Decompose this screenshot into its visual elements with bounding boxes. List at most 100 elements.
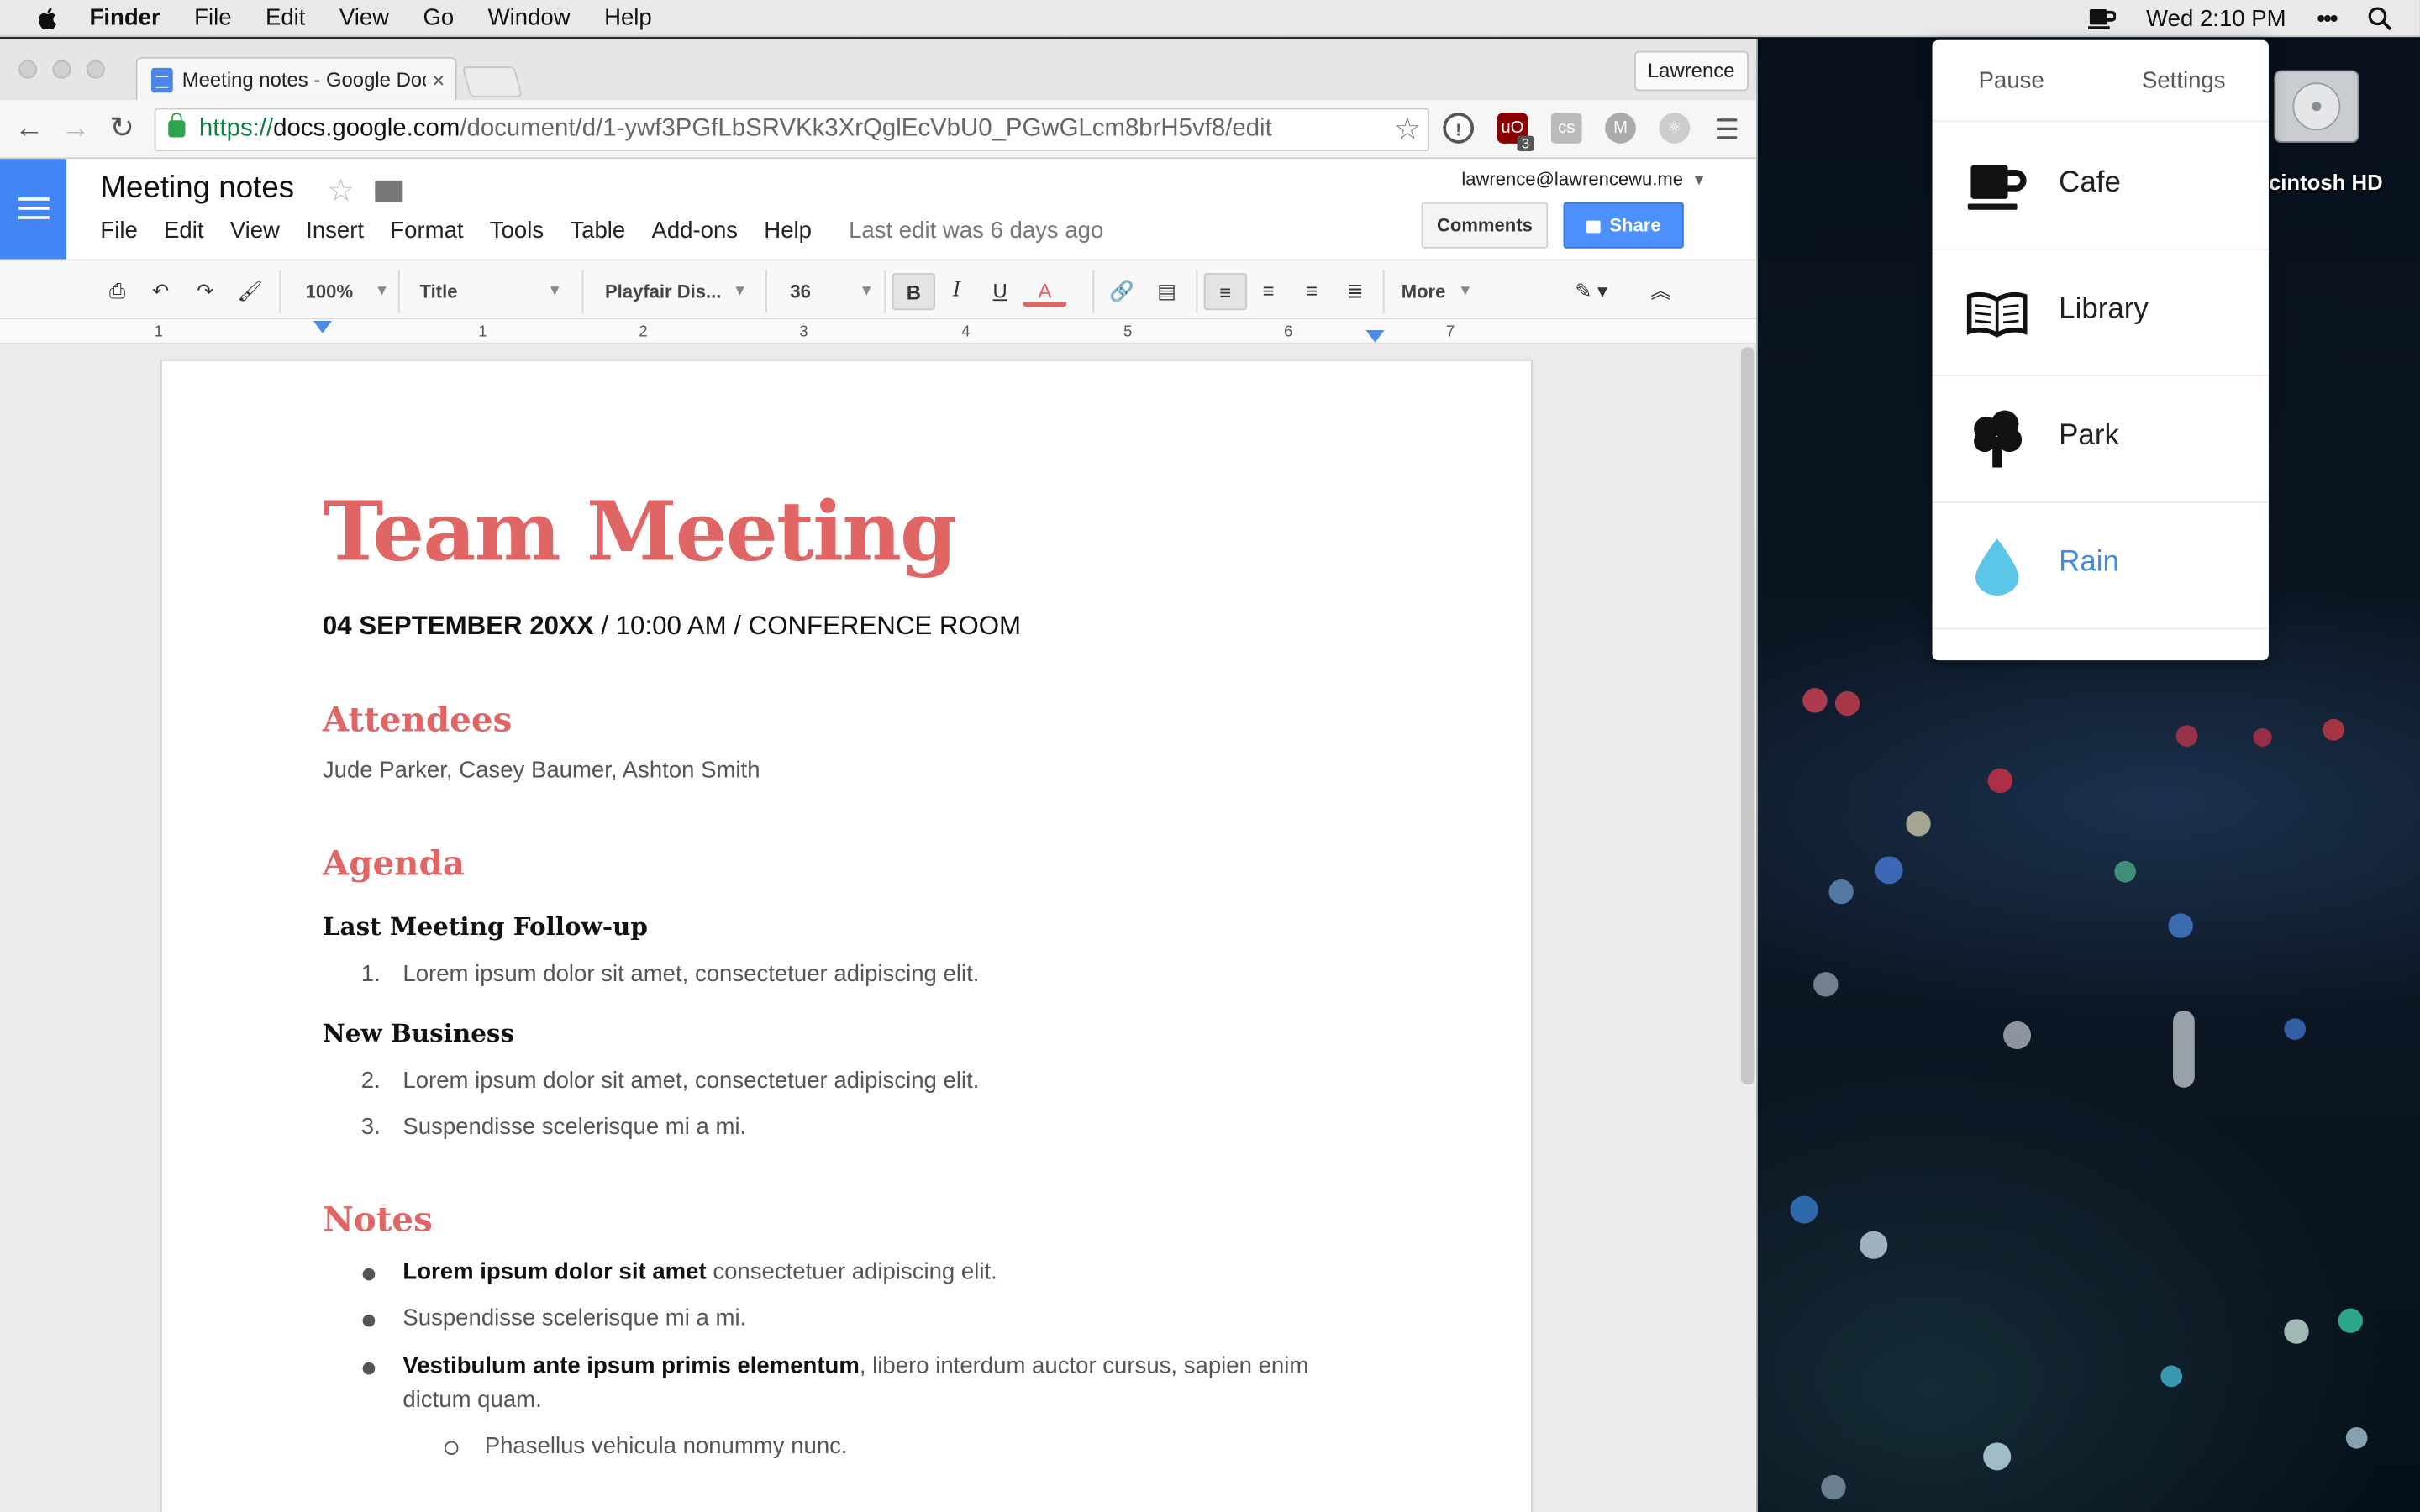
list-item[interactable]: 2. Lorem ipsum dolor sit amet, consectet… [361, 1068, 980, 1094]
new-business-heading[interactable]: New Business [323, 1018, 514, 1047]
align-center-icon[interactable]: ≡ [1247, 273, 1290, 310]
sound-item-cafe[interactable]: Cafe [1932, 123, 2269, 250]
bold-button[interactable]: B [892, 273, 936, 311]
menubar-help[interactable]: Help [604, 5, 652, 31]
vertical-scrollbar[interactable] [1740, 347, 1755, 1085]
justify-icon[interactable]: ≣ [1334, 273, 1376, 310]
list-item[interactable]: Vestibulum ante ipsum primis elementum, … [362, 1353, 1308, 1379]
font-size-select[interactable]: 36 [790, 273, 871, 310]
docs-menu-view[interactable]: View [230, 218, 280, 244]
zoom-select[interactable]: 100% [306, 273, 387, 310]
move-to-folder-icon[interactable] [375, 180, 403, 202]
text-color-button[interactable]: A [1023, 273, 1067, 307]
menubar-overflow-icon[interactable]: ••• [2317, 5, 2338, 31]
menubar-clock[interactable]: Wed 2:10 PM [2146, 5, 2286, 31]
paragraph-style-select[interactable]: Title [420, 273, 559, 310]
hard-drive-label[interactable]: cintosh HD [2269, 170, 2383, 194]
sound-item-park[interactable]: Park [1932, 376, 2269, 503]
ublock-extension-icon[interactable]: uO 3 [1497, 113, 1534, 151]
print-icon[interactable]: ⎙ [96, 273, 139, 310]
menubar-window[interactable]: Window [488, 5, 571, 31]
docs-menu-edit[interactable]: Edit [164, 218, 203, 244]
window-close-button[interactable] [18, 60, 38, 79]
menubar-file[interactable]: File [194, 5, 231, 31]
star-document-icon[interactable]: ☆ [327, 171, 355, 210]
docs-menu-addons[interactable]: Add-ons [651, 218, 738, 244]
sound-item-rain[interactable]: Rain [1932, 503, 2269, 630]
comments-button[interactable]: Comments [1421, 202, 1549, 249]
settings-button[interactable]: Settings [2142, 67, 2226, 93]
open-book-icon [1966, 291, 2028, 338]
coffee-cup-menubar-icon[interactable] [2087, 6, 2116, 30]
list-item[interactable]: 3. Suspendisse scelerisque mi a mi. [361, 1114, 746, 1140]
bullet-icon [362, 1362, 376, 1375]
underline-button[interactable]: U [978, 273, 1021, 310]
address-bar[interactable]: https://docs.google.com/document/d/1-ywf… [154, 108, 1429, 151]
editing-mode-pencil-icon[interactable]: ✎ ▾ [1562, 273, 1621, 310]
undo-icon[interactable]: ↶ [139, 273, 182, 310]
docs-menu-insert[interactable]: Insert [306, 218, 364, 244]
list-item[interactable]: Lorem ipsum dolor sit amet consectetuer … [362, 1259, 997, 1285]
back-arrow-icon[interactable]: ← [13, 113, 46, 146]
doc-subtitle[interactable]: 04 SEPTEMBER 20XX / 10:00 AM / CONFERENC… [323, 611, 1021, 642]
hard-drive-icon[interactable] [2269, 55, 2365, 151]
sound-item-library[interactable]: Library [1932, 250, 2269, 377]
apple-logo-icon[interactable] [34, 4, 61, 32]
docs-home-logo[interactable] [0, 159, 66, 260]
more-button[interactable]: More [1402, 273, 1470, 310]
doc-title[interactable]: Team Meeting [323, 485, 957, 580]
document-page[interactable]: Team Meeting 04 SEPTEMBER 20XX / 10:00 A… [160, 359, 1533, 1512]
menubar-edit[interactable]: Edit [266, 5, 305, 31]
menubar-app-name[interactable]: Finder [90, 5, 160, 31]
insert-link-icon[interactable]: 🔗 [1101, 273, 1144, 310]
last-edit-link[interactable]: Last edit was 6 days ago [849, 218, 1103, 244]
share-button[interactable]: Share [1563, 202, 1684, 249]
attendees-text[interactable]: Jude Parker, Casey Baumer, Ashton Smith [323, 758, 760, 784]
notes-heading[interactable]: Notes [323, 1200, 433, 1241]
pause-button[interactable]: Pause [1979, 67, 2044, 93]
extension-icon[interactable]: cs [1550, 113, 1582, 144]
horizontal-ruler[interactable]: 1 1 2 3 4 5 6 7 [0, 319, 1757, 344]
bookmark-star-icon[interactable]: ☆ [1394, 109, 1422, 150]
window-minimize-button[interactable] [52, 60, 71, 79]
window-zoom-button[interactable] [86, 60, 105, 79]
spotlight-search-icon[interactable] [2367, 6, 2392, 31]
list-item[interactable]: Suspendisse scelerisque mi a mi. [362, 1305, 746, 1331]
insert-comment-icon[interactable]: ▤ [1145, 273, 1188, 310]
docs-menu-format[interactable]: Format [390, 218, 463, 244]
password-manager-extension-icon[interactable]: ! [1443, 113, 1475, 144]
nested-list-item[interactable]: Phasellus vehicula nonummy nunc. [444, 1433, 848, 1460]
align-left-icon[interactable]: ≡ [1203, 273, 1248, 311]
react-extension-icon[interactable]: ⚛ [1659, 113, 1691, 144]
italic-button[interactable]: I [935, 273, 978, 310]
list-item-continuation[interactable]: dictum quam. [402, 1387, 541, 1413]
new-tab-button[interactable] [461, 66, 523, 97]
left-indent-marker[interactable] [313, 321, 332, 333]
agenda-heading[interactable]: Agenda [323, 844, 465, 885]
profile-button[interactable]: Lawrence [1634, 50, 1749, 92]
docs-menu-table[interactable]: Table [570, 218, 625, 244]
extension-m-icon[interactable]: M [1605, 113, 1636, 144]
forward-arrow-icon[interactable]: → [59, 113, 92, 146]
menubar-go[interactable]: Go [423, 5, 454, 31]
document-canvas[interactable]: Team Meeting 04 SEPTEMBER 20XX / 10:00 A… [0, 344, 1757, 1512]
docs-menu-tools[interactable]: Tools [490, 218, 544, 244]
docs-menu-file[interactable]: File [100, 218, 137, 244]
document-title[interactable]: Meeting notes [100, 171, 294, 207]
chrome-menu-icon[interactable]: ☰ [1710, 113, 1744, 146]
followup-heading[interactable]: Last Meeting Follow-up [323, 911, 648, 941]
reload-icon[interactable]: ↻ [105, 113, 139, 146]
attendees-heading[interactable]: Attendees [323, 701, 512, 741]
account-menu[interactable]: lawrence@lawrencewu.me ▾ [1461, 168, 1703, 190]
list-item[interactable]: 1. Lorem ipsum dolor sit amet, consectet… [361, 961, 980, 987]
align-right-icon[interactable]: ≡ [1290, 273, 1333, 310]
font-family-select[interactable]: Playfair Dis... [605, 273, 744, 310]
browser-tab[interactable]: Meeting notes - Google Docs × [135, 56, 457, 101]
paint-format-icon[interactable]: 🖌 [229, 273, 271, 310]
menubar-view[interactable]: View [339, 5, 389, 31]
docs-menu-help[interactable]: Help [764, 218, 812, 244]
right-indent-marker[interactable] [1365, 330, 1385, 343]
redo-icon[interactable]: ↷ [184, 273, 227, 310]
collapse-menus-icon[interactable]: ︽ [1639, 273, 1682, 310]
tab-close-icon[interactable]: × [432, 67, 445, 92]
